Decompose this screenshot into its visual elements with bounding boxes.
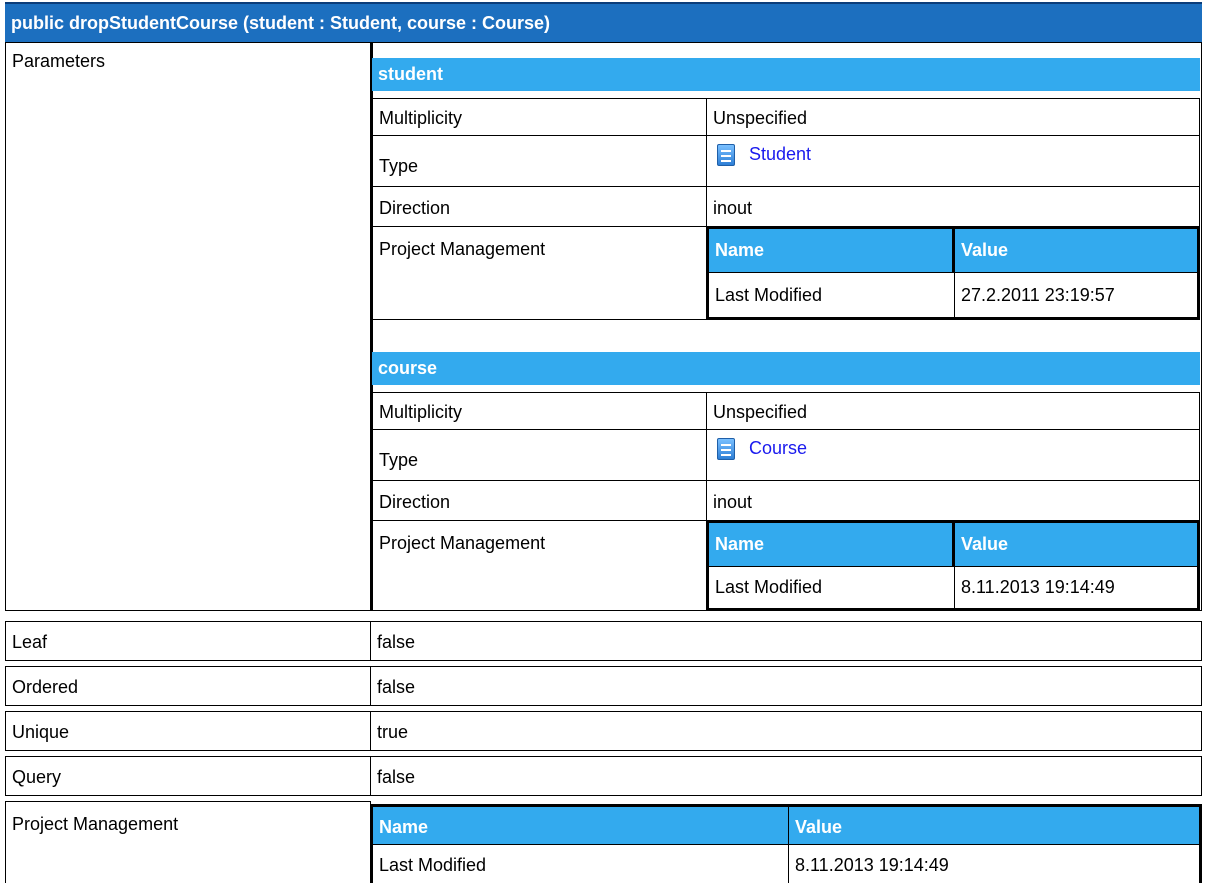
prop-value: true [377, 722, 409, 742]
pm-header-value: Value [955, 520, 1200, 566]
pm-row-value-cell: 8.11.2013 19:14:49 [954, 566, 1200, 611]
pm-header-value: Value [955, 226, 1200, 272]
multiplicity-label: Multiplicity [379, 108, 463, 128]
prop-leaf-label-cell: Leaf [5, 621, 371, 661]
operation-title: public dropStudentCourse (student : Stud… [5, 2, 1202, 42]
prop-value: false [377, 632, 416, 652]
prop-query-label-cell: Query [5, 756, 371, 796]
param-student-pm-table: Name Value Last Modified 27.2.2011 23:19… [706, 226, 1200, 320]
pm-row-name-cell: Last Modified [706, 272, 955, 320]
pm-row-name: Last Modified [715, 285, 823, 305]
param-student-direction-label-cell: Direction [372, 186, 707, 227]
prop-unique-value-cell: true [370, 711, 1202, 751]
project-management-label: Project Management [379, 533, 546, 553]
prop-query-value-cell: false [370, 756, 1202, 796]
param-student-pm-label-cell: Project Management [372, 226, 707, 320]
op-pm-header-name: Name [370, 804, 788, 844]
type-link-student[interactable]: Student [749, 144, 811, 165]
pm-header-name: Name [706, 226, 955, 272]
prop-label: Unique [12, 722, 70, 742]
multiplicity-label: Multiplicity [379, 402, 463, 422]
parameters-label-cell: Parameters [5, 42, 371, 611]
class-icon [717, 144, 735, 166]
op-pm-row-name-cell: Last Modified [370, 844, 789, 883]
prop-ordered-label-cell: Ordered [5, 666, 371, 706]
pm-row-value: 27.2.2011 23:19:57 [961, 285, 1115, 305]
pm-row-value: 8.11.2013 19:14:49 [795, 855, 949, 875]
prop-ordered-value-cell: false [370, 666, 1202, 706]
type-link-course[interactable]: Course [749, 438, 807, 459]
parameters-label: Parameters [12, 51, 106, 71]
param-header-student: student [372, 58, 1200, 91]
op-pm-header-value: Value [788, 804, 1202, 844]
prop-label: Ordered [12, 677, 79, 697]
pm-row-name-cell: Last Modified [706, 566, 955, 611]
direction-value: inout [713, 492, 753, 512]
param-course-multiplicity-label-cell: Multiplicity [372, 392, 707, 430]
pm-row-name: Last Modified [379, 855, 487, 875]
pm-row-value-cell: 27.2.2011 23:19:57 [954, 272, 1200, 320]
direction-label: Direction [379, 492, 451, 512]
multiplicity-value: Unspecified [713, 402, 808, 422]
type-label: Type [379, 156, 419, 176]
multiplicity-value: Unspecified [713, 108, 808, 128]
prop-leaf-value-cell: false [370, 621, 1202, 661]
param-student-direction-value-cell: inout [706, 186, 1200, 227]
prop-unique-label-cell: Unique [5, 711, 371, 751]
project-management-label: Project Management [12, 814, 179, 834]
param-student-type-label-cell: Type [372, 135, 707, 187]
param-course-pm-table: Name Value Last Modified 8.11.2013 19:14… [706, 520, 1200, 611]
class-icon [717, 438, 735, 460]
param-student-multiplicity-value-cell: Unspecified [706, 98, 1200, 136]
param-course-direction-label-cell: Direction [372, 480, 707, 521]
op-pm-label-cell: Project Management [5, 801, 371, 883]
prop-label: Leaf [12, 632, 48, 652]
type-label: Type [379, 450, 419, 470]
param-student-type-value-cell: Student [706, 135, 1200, 187]
pm-header-name: Name [706, 520, 955, 566]
prop-value: false [377, 767, 416, 787]
op-pm-row-value-cell: 8.11.2013 19:14:49 [788, 844, 1202, 883]
pm-row-value: 8.11.2013 19:14:49 [961, 577, 1115, 597]
param-course-pm-label-cell: Project Management [372, 520, 707, 611]
param-header-course: course [372, 352, 1200, 385]
op-pm-table: Name Value Last Modified 8.11.2013 19:14… [370, 801, 1202, 883]
prop-label: Query [12, 767, 62, 787]
pm-row-name: Last Modified [715, 577, 823, 597]
direction-value: inout [713, 198, 753, 218]
param-course-direction-value-cell: inout [706, 480, 1200, 521]
project-management-label: Project Management [379, 239, 546, 259]
param-student-multiplicity-label-cell: Multiplicity [372, 98, 707, 136]
prop-value: false [377, 677, 416, 697]
param-course-type-label-cell: Type [372, 429, 707, 481]
param-course-multiplicity-value-cell: Unspecified [706, 392, 1200, 430]
param-course-type-value-cell: Course [706, 429, 1200, 481]
direction-label: Direction [379, 198, 451, 218]
